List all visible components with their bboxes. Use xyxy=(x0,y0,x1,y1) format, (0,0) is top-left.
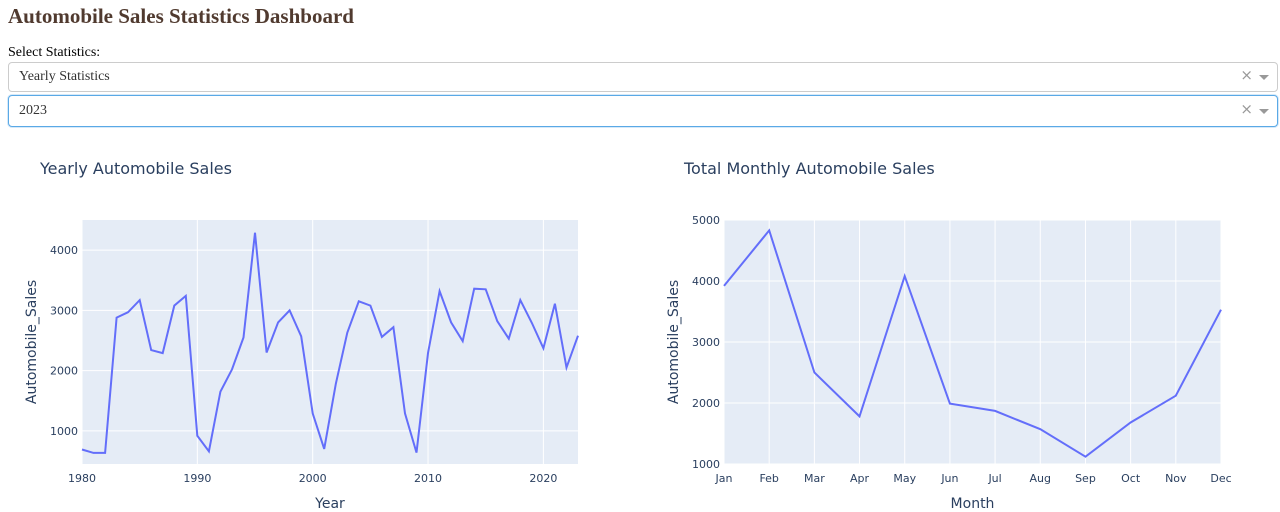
clear-icon[interactable]: × xyxy=(1240,66,1253,84)
statistics-dropdown-value: Yearly Statistics xyxy=(19,69,110,84)
x-axis-label: Year xyxy=(314,496,345,512)
year-dropdown-value: 2023 xyxy=(19,103,47,118)
monthly-sales-chart: Total Monthly Automobile Sales Jan Feb Mar… xyxy=(666,159,1232,512)
statistics-dropdown[interactable]: Yearly Statistics × xyxy=(8,62,1278,92)
y-tick-label: 2000 xyxy=(692,397,720,410)
x-tick-label: Apr xyxy=(850,472,870,485)
x-tick-label: Aug xyxy=(1030,472,1051,485)
x-tick-label: 1980 xyxy=(68,472,96,485)
x-tick-label: 1990 xyxy=(183,472,211,485)
yearly-sales-chart: Yearly Automobile Sales 1980 1990 2000 2010… xyxy=(24,159,579,512)
x-tick-label: 2000 xyxy=(299,472,327,485)
y-tick-label: 3000 xyxy=(692,336,720,349)
y-tick-label: 3000 xyxy=(50,304,78,317)
y-tick-label: 1000 xyxy=(692,458,720,471)
x-tick-label: Jan xyxy=(715,472,733,485)
y-axis-label: Automobile_Sales xyxy=(24,280,40,404)
page-title: Automobile Sales Statistics Dashboard xyxy=(8,4,354,28)
y-tick-label: 2000 xyxy=(50,365,78,378)
x-axis-label: Month xyxy=(951,496,995,512)
y-tick-label: 4000 xyxy=(50,244,78,257)
x-tick-label: 2010 xyxy=(414,472,442,485)
x-tick-label: May xyxy=(893,472,916,485)
x-tick-label: Feb xyxy=(759,472,778,485)
chevron-down-icon[interactable] xyxy=(1259,109,1269,114)
y-tick-label: 5000 xyxy=(692,214,720,227)
select-statistics-label: Select Statistics: xyxy=(8,45,101,60)
chart-title: Yearly Automobile Sales xyxy=(39,159,232,178)
plot-area xyxy=(82,220,578,464)
x-tick-label: 2020 xyxy=(529,472,557,485)
x-tick-label: Jul xyxy=(987,472,1001,485)
clear-icon[interactable]: × xyxy=(1240,100,1253,118)
chevron-down-icon[interactable] xyxy=(1259,75,1269,80)
x-tick-label: Nov xyxy=(1165,472,1187,485)
y-tick-label: 4000 xyxy=(692,275,720,288)
x-tick-label: Mar xyxy=(804,472,825,485)
x-tick-label: Jun xyxy=(940,472,958,485)
chart-title: Total Monthly Automobile Sales xyxy=(683,159,935,178)
year-dropdown[interactable]: 2023 × xyxy=(8,95,1278,127)
y-axis-label: Automobile_Sales xyxy=(666,280,682,404)
y-tick-label: 1000 xyxy=(50,425,78,438)
x-tick-label: Sep xyxy=(1075,472,1096,485)
x-tick-label: Oct xyxy=(1121,472,1141,485)
x-tick-label: Dec xyxy=(1210,472,1231,485)
